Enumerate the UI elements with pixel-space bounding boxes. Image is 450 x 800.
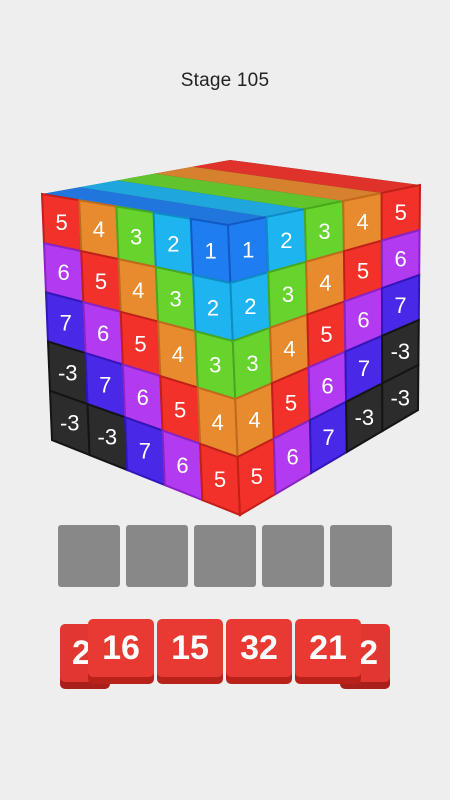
right-face-cell-label: -3 xyxy=(391,339,411,364)
left-face-cell-label: 4 xyxy=(212,410,224,435)
left-face-cell-label: 5 xyxy=(214,467,226,492)
right-face-cell-label: 7 xyxy=(358,356,370,381)
left-face-cell-label: 7 xyxy=(60,310,72,335)
left-face-cell-label: 6 xyxy=(137,385,149,410)
right-face-cell-label: -3 xyxy=(355,405,375,430)
right-face-cell-label: 3 xyxy=(246,351,258,376)
left-face-cell-label: 6 xyxy=(97,321,109,346)
left-face-cell-label: 3 xyxy=(130,224,142,249)
left-face-cell-label: 3 xyxy=(209,353,221,378)
queue-tile-1[interactable]: 16 xyxy=(88,619,154,677)
right-face-cell-label: 1 xyxy=(242,237,254,262)
left-face-cell-label: 5 xyxy=(174,397,186,422)
left-face-cell-label: 5 xyxy=(55,210,67,235)
left-face-cell-label: 5 xyxy=(95,269,107,294)
left-face-cell-label: 6 xyxy=(58,260,70,285)
left-face-cell-label: 5 xyxy=(134,332,146,357)
empty-slot-3[interactable] xyxy=(194,525,256,587)
queue-tile-4[interactable]: 21 xyxy=(295,619,361,677)
left-face-cell-label: 7 xyxy=(139,439,151,464)
left-face-cell-label: 4 xyxy=(132,278,144,303)
right-face-cell-label: 5 xyxy=(251,464,263,489)
right-face-cell-label: 7 xyxy=(394,293,406,318)
right-face-cell-label: 5 xyxy=(285,390,297,415)
left-face-cell-label: 3 xyxy=(169,287,181,312)
empty-slot-1[interactable] xyxy=(58,525,120,587)
left-face-cell-label: 4 xyxy=(93,217,105,242)
left-face-cell-label: 1 xyxy=(204,238,216,263)
left-face-cell-label: -3 xyxy=(58,360,78,385)
left-face-cell-label: 2 xyxy=(167,231,179,256)
right-face-cell-label: -3 xyxy=(390,385,410,410)
left-face-cell-label: -3 xyxy=(98,425,118,450)
left-face-cell-label: 7 xyxy=(99,373,111,398)
left-face-cell-label: -3 xyxy=(60,410,80,435)
right-face-cell-label: 3 xyxy=(318,219,330,244)
right-face-cell-label: 4 xyxy=(248,407,260,432)
right-face-cell-label: 5 xyxy=(357,258,369,283)
cube-right-face[interactable]: 1 2 3 4 52 3 4 5 6345674567-3567-3-3 xyxy=(226,183,422,517)
right-face-cell-label: 6 xyxy=(357,307,369,332)
empty-slot-4[interactable] xyxy=(262,525,324,587)
left-face-cell-label: 6 xyxy=(176,453,188,478)
right-face-cell-label: 6 xyxy=(321,373,333,398)
right-face-cell-label: 2 xyxy=(280,228,292,253)
right-face-cell-label: 4 xyxy=(283,336,295,361)
right-face-cell-label: 2 xyxy=(244,294,256,319)
right-face-cell-label: 3 xyxy=(282,282,294,307)
queue-tile-2[interactable]: 15 xyxy=(157,619,223,677)
right-face-cell-label: 4 xyxy=(356,209,368,234)
cube-left-face[interactable]: 5 4 3 2 16 5 4 3 27 6 5 4 3-3 7 6 5 4-3-3765 xyxy=(40,192,242,517)
right-face-cell-label: 4 xyxy=(319,270,331,295)
right-face-cell-label: 6 xyxy=(394,246,406,271)
empty-slot-5[interactable] xyxy=(330,525,392,587)
right-face-cell-label: 5 xyxy=(395,200,407,225)
right-face-cell-label: 5 xyxy=(320,322,332,347)
right-face-cell-label: 7 xyxy=(322,425,334,450)
left-face-cell-label: 4 xyxy=(172,342,184,367)
queue-tile-3[interactable]: 32 xyxy=(226,619,292,677)
empty-slot-2[interactable] xyxy=(126,525,188,587)
left-face-cell-label: 2 xyxy=(207,296,219,321)
right-face-cell-label: 6 xyxy=(286,444,298,469)
number-cube[interactable]: 5 4 3 2 16 5 4 3 27 6 5 4 3-3 7 6 5 4-3-3765 1 2 3 4 52 3 4 5 63… xyxy=(0,0,450,520)
